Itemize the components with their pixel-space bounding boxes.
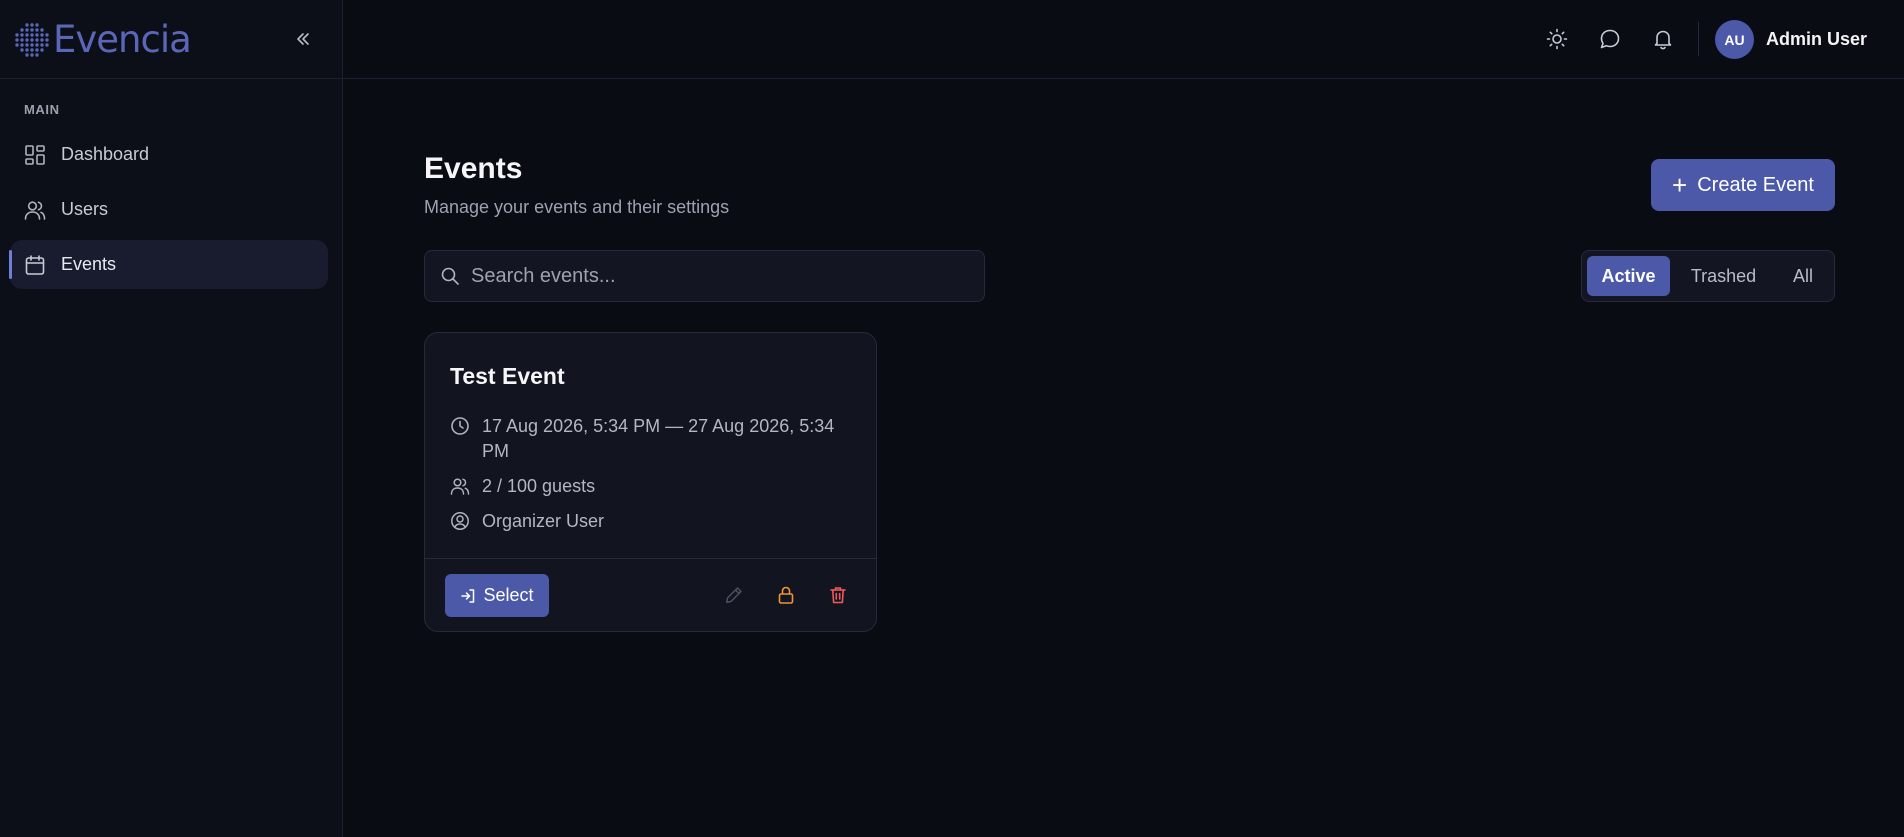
user-menu[interactable]: AU Admin User [1715, 20, 1867, 59]
theme-toggle-button[interactable] [1544, 26, 1570, 52]
lock-event-button[interactable] [775, 584, 797, 606]
user-name: Admin User [1766, 29, 1868, 49]
search-icon [441, 267, 459, 285]
delete-event-button[interactable] [827, 584, 849, 606]
dot-grid-logo-icon [15, 22, 49, 57]
create-event-label: Create Event [1697, 173, 1814, 196]
log-in-icon [461, 588, 475, 603]
event-guests-row: 2 / 100 guests [450, 474, 862, 499]
search-box [424, 250, 985, 302]
brand-name: Evencia [53, 17, 192, 61]
event-date-row: 17 Aug 2026, 5:34 PM — 27 Aug 2026, 5:34… [450, 414, 862, 464]
top-header: AU Admin User [343, 0, 1904, 79]
users-icon [24, 199, 46, 221]
plus-icon: + [1672, 170, 1688, 200]
users-icon [450, 478, 470, 495]
sidebar: Evencia MAIN Dashboard Users Events [0, 0, 343, 837]
search-input[interactable] [471, 264, 971, 288]
tab-active[interactable]: Active [1587, 256, 1670, 296]
create-event-button[interactable]: + Create Event [1651, 159, 1835, 211]
user-circle-icon [451, 512, 469, 530]
notifications-button[interactable] [1650, 26, 1676, 52]
select-event-button[interactable]: Select [445, 574, 549, 617]
sidebar-item-users[interactable]: Users [10, 185, 328, 234]
event-card: Test Event 17 Aug 2026, 5:34 PM — 27 Aug… [424, 332, 877, 632]
event-title: Test Event [450, 363, 565, 389]
sidebar-item-label: Users [61, 199, 109, 219]
sidebar-section-label: MAIN [24, 102, 60, 117]
select-label: Select [483, 585, 534, 605]
app-root: Evencia MAIN Dashboard Users Events AU A… [0, 0, 1904, 837]
collapse-sidebar-button[interactable] [293, 27, 313, 51]
tab-all[interactable]: All [1777, 256, 1829, 296]
sidebar-nav: Dashboard Users Events [9, 130, 328, 295]
edit-event-button[interactable] [723, 584, 745, 606]
sidebar-item-dashboard[interactable]: Dashboard [10, 130, 328, 179]
sidebar-item-label: Dashboard [61, 144, 150, 164]
lock-icon [778, 586, 794, 604]
event-guests: 2 / 100 guests [482, 476, 596, 496]
sidebar-item-label: Events [61, 254, 117, 274]
header-divider [1698, 22, 1699, 56]
avatar: AU [1715, 20, 1754, 59]
chevrons-left-icon [297, 33, 309, 45]
event-organizer-row: Organizer User [450, 509, 862, 534]
messages-button[interactable] [1597, 26, 1623, 52]
chat-icon [1600, 29, 1620, 49]
sun-icon [1546, 28, 1568, 50]
page-title: Events [424, 152, 523, 185]
clock-icon [451, 417, 469, 435]
event-card-footer: Select [425, 558, 876, 631]
event-date-range: 17 Aug 2026, 5:34 PM — 27 Aug 2026, 5:34… [482, 416, 835, 461]
main-content: Events Manage your events and their sett… [343, 79, 1904, 837]
sidebar-item-events[interactable]: Events [9, 240, 328, 289]
dashboard-icon [24, 144, 46, 166]
trash-icon [830, 587, 846, 604]
tab-trashed[interactable]: Trashed [1670, 256, 1777, 296]
event-organizer: Organizer User [482, 511, 605, 531]
calendar-icon [24, 254, 46, 276]
bell-icon [1654, 30, 1672, 50]
brand: Evencia [0, 0, 342, 79]
pencil-icon [726, 587, 742, 603]
filter-tabs: Active Trashed All [1581, 250, 1835, 302]
page-subtitle: Manage your events and their settings [424, 197, 730, 217]
